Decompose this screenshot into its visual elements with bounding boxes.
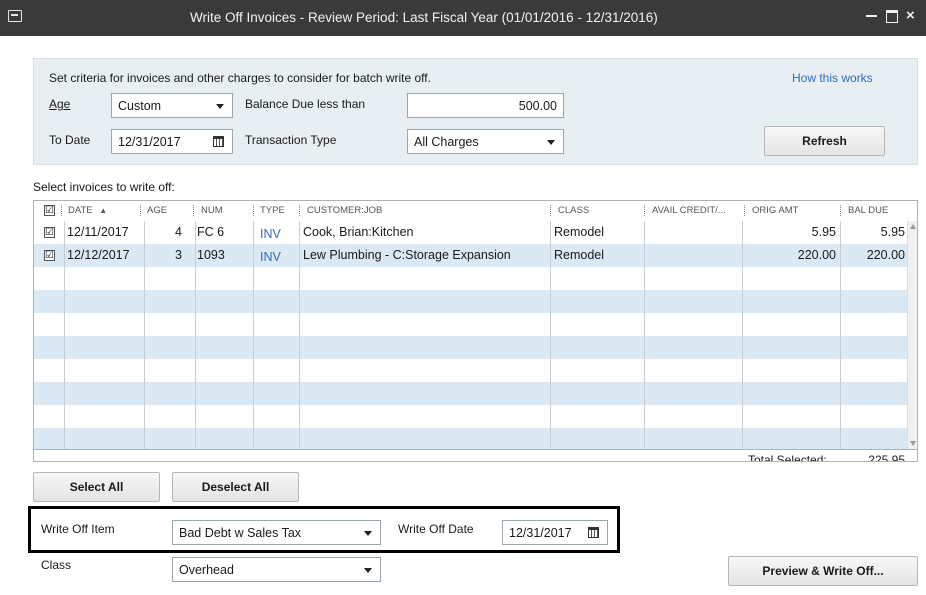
chevron-down-icon [547, 140, 555, 145]
minimize-icon[interactable] [866, 8, 877, 17]
write-off-item-dropdown[interactable]: Bad Debt w Sales Tax [172, 520, 381, 545]
maximize-icon[interactable] [886, 8, 898, 23]
refresh-button[interactable]: Refresh [764, 126, 885, 156]
empty-row [34, 428, 907, 449]
criteria-panel: Set criteria for invoices and other char… [33, 58, 918, 165]
table-row[interactable]: ☑ 12/12/2017 3 1093 INV Lew Plumbing - C… [34, 244, 907, 267]
row-class: Remodel [554, 248, 605, 262]
to-date-value: 12/31/2017 [118, 135, 181, 149]
row-age: 4 [175, 225, 182, 239]
row-date: 12/11/2017 [67, 225, 129, 239]
scroll-up-icon[interactable] [910, 224, 916, 229]
to-date-input[interactable]: 12/31/2017 [111, 129, 233, 154]
row-customer-job: Cook, Brian:Kitchen [303, 225, 414, 239]
empty-row [34, 382, 907, 405]
age-label: Age [49, 97, 71, 111]
row-orig-amt: 5.95 [811, 225, 836, 239]
row-date: 12/12/2017 [67, 248, 130, 262]
column-header-orig-amt[interactable]: ORIG AMT [752, 205, 798, 216]
column-header-num[interactable]: NUM [201, 205, 223, 216]
row-num: 1093 [197, 248, 225, 262]
class-dropdown[interactable]: Overhead [172, 557, 381, 582]
column-header-age[interactable]: AGE [147, 205, 167, 216]
chevron-down-icon [364, 531, 372, 536]
row-bal-due: 220.00 [866, 248, 905, 262]
chevron-down-icon [364, 568, 372, 573]
write-off-date-input[interactable]: 12/31/2017 [502, 520, 608, 545]
write-off-date-label: Write Off Date [398, 522, 474, 536]
row-age: 3 [175, 248, 182, 262]
write-off-date-value: 12/31/2017 [509, 526, 572, 540]
total-selected-label: Total Selected: [748, 453, 827, 462]
age-dropdown[interactable]: Custom [111, 93, 233, 118]
date-header-label: DATE [68, 205, 93, 216]
grid-rows: ☑ 12/11/2017 4 FC 6 INV Cook, Brian:Kitc… [34, 221, 907, 449]
empty-row [34, 405, 907, 428]
preview-write-off-button[interactable]: Preview & Write Off... [728, 556, 918, 586]
select-all-button[interactable]: Select All [33, 472, 160, 502]
window-title: Write Off Invoices - Review Period: Last… [190, 10, 658, 25]
empty-row [34, 267, 907, 290]
row-customer-job: Lew Plumbing - C:Storage Expansion [303, 248, 511, 262]
row-bal-due: 5.95 [880, 225, 905, 239]
column-header-class[interactable]: CLASS [558, 205, 589, 216]
calendar-icon[interactable] [213, 136, 224, 147]
sort-ascending-icon: ▲ [99, 206, 108, 215]
transaction-type-label: Transaction Type [245, 133, 337, 147]
row-type[interactable]: INV [260, 250, 281, 264]
row-checkbox[interactable]: ☑ [44, 250, 55, 261]
close-icon[interactable]: × [906, 8, 915, 24]
title-bar: Write Off Invoices - Review Period: Last… [0, 0, 926, 36]
row-num: FC 6 [197, 225, 225, 239]
window-menu-icon[interactable] [8, 10, 22, 22]
transaction-type-value: All Charges [414, 135, 479, 149]
column-header-date[interactable]: DATE ▲ [68, 205, 107, 216]
grid-header: ☑ DATE ▲ AGE NUM TYPE CUSTOMER:JOB CLASS… [34, 201, 907, 221]
empty-row [34, 313, 907, 336]
row-type[interactable]: INV [260, 227, 281, 241]
to-date-label: To Date [49, 133, 91, 147]
column-header-bal-due[interactable]: BAL DUE [848, 205, 888, 216]
column-header-type[interactable]: TYPE [260, 205, 285, 216]
grid-scrollbar[interactable] [907, 221, 917, 449]
balance-due-value: 500.00 [518, 99, 557, 113]
balance-due-input[interactable]: 500.00 [407, 93, 564, 118]
chevron-down-icon [216, 104, 224, 109]
class-label: Class [41, 558, 72, 572]
table-row[interactable]: ☑ 12/11/2017 4 FC 6 INV Cook, Brian:Kitc… [34, 221, 907, 244]
how-this-works-link[interactable]: How this works [792, 71, 873, 85]
empty-row [34, 359, 907, 382]
row-orig-amt: 220.00 [797, 248, 836, 262]
write-off-item-value: Bad Debt w Sales Tax [179, 526, 302, 540]
select-all-checkbox[interactable]: ☑ [44, 205, 55, 216]
grid-caption: Select invoices to write off: [33, 180, 175, 194]
age-value: Custom [118, 99, 162, 113]
write-off-item-label: Write Off Item [41, 522, 115, 536]
column-header-avail-credit[interactable]: AVAIL CREDIT/... [652, 205, 726, 216]
empty-row [34, 336, 907, 359]
class-value: Overhead [179, 563, 234, 577]
empty-row [34, 290, 907, 313]
balance-due-label: Balance Due less than [245, 97, 366, 111]
criteria-instructions: Set criteria for invoices and other char… [49, 71, 431, 85]
calendar-icon[interactable] [588, 527, 599, 538]
row-class: Remodel [554, 225, 605, 239]
total-selected-value: 225.95 [868, 453, 905, 462]
deselect-all-button[interactable]: Deselect All [172, 472, 299, 502]
scroll-down-icon[interactable] [910, 441, 916, 446]
row-checkbox[interactable]: ☑ [44, 227, 55, 238]
transaction-type-dropdown[interactable]: All Charges [407, 129, 564, 154]
invoice-grid: ☑ DATE ▲ AGE NUM TYPE CUSTOMER:JOB CLASS… [33, 200, 918, 462]
column-header-customer-job[interactable]: CUSTOMER:JOB [307, 205, 382, 216]
